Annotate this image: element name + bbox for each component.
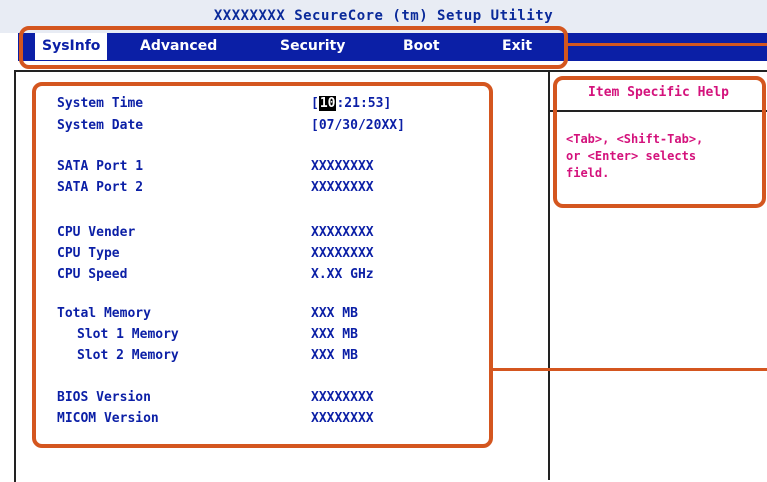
help-pane-divider [548,72,550,480]
menu-highlight-box [19,26,568,69]
help-highlight-box [553,76,766,208]
sysinfo-callout-line [491,368,767,371]
window-title: XXXXXXXX SecureCore (tm) Setup Utility [213,8,554,24]
sysinfo-highlight-box [32,82,493,448]
menu-callout-line [566,43,767,46]
